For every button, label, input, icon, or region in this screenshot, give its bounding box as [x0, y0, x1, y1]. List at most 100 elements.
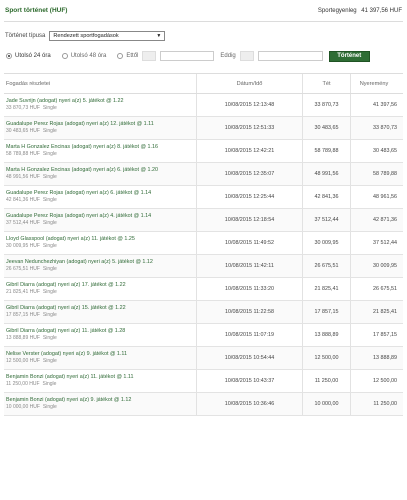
bet-details: Benjamin Bonzi (adogat) nyeri a(z) 11. j…	[4, 370, 196, 392]
bet-amount: 11 250,00 HUF	[6, 381, 40, 387]
table-row[interactable]: Nelise Verster (adogat) nyeri a(z) 9. já…	[4, 347, 403, 370]
bet-stake: 30 009,95	[302, 232, 350, 254]
bet-stake: 33 870,73	[302, 94, 350, 116]
date-range-filter: Utolsó 24 óra Utolsó 48 óra Ettől Eddig …	[4, 50, 403, 62]
bet-winnings: 48 961,56	[350, 186, 399, 208]
table-header: Fogadás részletei Dátum/Idő Tét Nyeremén…	[4, 74, 403, 94]
bet-type: Single	[42, 358, 57, 364]
radio-24h[interactable]	[6, 53, 12, 59]
bet-stake: 37 512,44	[302, 209, 350, 231]
radio-48h[interactable]	[61, 53, 68, 59]
bet-details: Guadalupe Perez Rojas (adogat) nyeri a(z…	[4, 186, 196, 208]
bet-description[interactable]: Gibril Diarra (adogat) nyeri a(z) 17. já…	[6, 282, 196, 289]
bet-details: Benjamin Bonzi (adogat) nyeri a(z) 9. já…	[4, 393, 196, 415]
table-row[interactable]: Gibril Diarra (adogat) nyeri a(z) 11. já…	[4, 324, 403, 347]
bet-stake: 21 825,41	[302, 278, 350, 300]
table-row[interactable]: Guadalupe Perez Rojas (adogat) nyeri a(z…	[4, 186, 403, 209]
bet-winnings: 13 888,89	[350, 347, 399, 369]
bet-amount: 17 857,15 HUF	[6, 312, 40, 318]
bet-stake: 42 841,36	[302, 186, 350, 208]
table-row[interactable]: Marta H Gonzalez Encinas (adogat) nyeri …	[4, 140, 403, 163]
bet-details: Guadalupe Perez Rojas (adogat) nyeri a(z…	[4, 117, 196, 139]
range-option-from[interactable]: Ettől	[117, 53, 138, 59]
history-type-value: Rendezett sportfogadások	[53, 33, 119, 39]
bet-description[interactable]: Gibril Diarra (adogat) nyeri a(z) 15. já…	[6, 305, 196, 312]
table-row[interactable]: Gibril Diarra (adogat) nyeri a(z) 17. já…	[4, 278, 403, 301]
bet-details: Gibril Diarra (adogat) nyeri a(z) 11. já…	[4, 324, 196, 346]
bet-datetime: 10/08/2015 12:25:44	[196, 186, 302, 208]
bet-type: Single	[42, 312, 57, 318]
history-submit-button[interactable]: Történet	[328, 50, 370, 62]
bet-type: Single	[42, 381, 57, 387]
history-type-select[interactable]: Rendezett sportfogadások ▼	[49, 31, 166, 41]
bet-description[interactable]: Benjamin Bonzi (adogat) nyeri a(z) 9. já…	[6, 397, 196, 404]
bet-description[interactable]: Guadalupe Perez Rojas (adogat) nyeri a(z…	[6, 121, 196, 128]
bet-description[interactable]: Guadalupe Perez Rojas (adogat) nyeri a(z…	[6, 213, 196, 220]
table-row[interactable]: Gibril Diarra (adogat) nyeri a(z) 15. já…	[4, 301, 403, 324]
bet-summary: 42 841,36 HUF Single	[6, 197, 196, 204]
bet-winnings: 37 512,44	[350, 232, 399, 254]
bet-winnings: 26 675,51	[350, 278, 399, 300]
bet-type: Single	[42, 128, 57, 134]
table-row[interactable]: Benjamin Bonzi (adogat) nyeri a(z) 11. j…	[4, 370, 403, 393]
bet-datetime: 10/08/2015 12:51:33	[196, 117, 302, 139]
bet-description[interactable]: Benjamin Bonzi (adogat) nyeri a(z) 11. j…	[6, 374, 196, 381]
to-date-input[interactable]	[257, 51, 323, 61]
from-date-input[interactable]	[160, 51, 215, 61]
bet-winnings: 21 825,41	[350, 301, 399, 323]
table-row[interactable]: Guadalupe Perez Rojas (adogat) nyeri a(z…	[4, 117, 403, 140]
bet-type: Single	[42, 289, 57, 295]
bet-description[interactable]: Nelise Verster (adogat) nyeri a(z) 9. já…	[6, 351, 196, 358]
table-row[interactable]: Guadalupe Perez Rojas (adogat) nyeri a(z…	[4, 209, 403, 232]
bet-summary: 30 009,95 HUF Single	[6, 243, 196, 250]
bet-summary: 37 512,44 HUF Single	[6, 220, 196, 227]
range-option-24h-label: Utolsó 24 óra	[15, 53, 51, 59]
bet-winnings: 17 857,15	[350, 324, 399, 346]
bet-description[interactable]: Lloyd Glasspool (adogat) nyeri a(z) 11. …	[6, 236, 196, 243]
sport-history-page: Sport történet (HUF) Sportegyenleg 41 39…	[0, 0, 407, 500]
bet-datetime: 10/08/2015 11:49:52	[196, 232, 302, 254]
bet-summary: 12 500,00 HUF Single	[6, 358, 196, 365]
radio-from[interactable]	[117, 53, 124, 59]
bet-description[interactable]: Jeevan Nedunchezhiyan (adogat) nyeri a(z…	[6, 259, 196, 266]
calendar-icon[interactable]	[142, 51, 157, 61]
bet-summary: 10 000,00 HUF Single	[6, 404, 196, 411]
bet-type: Single	[42, 404, 57, 410]
bet-details: Marta H Gonzalez Encinas (adogat) nyeri …	[4, 163, 196, 185]
table-row[interactable]: Benjamin Bonzi (adogat) nyeri a(z) 9. já…	[4, 393, 403, 416]
bet-stake: 10 000,00	[302, 393, 350, 415]
from-label: Ettől	[126, 53, 139, 59]
bet-description[interactable]: Marta H Gonzalez Encinas (adogat) nyeri …	[6, 167, 196, 174]
bet-amount: 30 009,95 HUF	[6, 243, 40, 249]
table-row[interactable]: Jeevan Nedunchezhiyan (adogat) nyeri a(z…	[4, 255, 403, 278]
balance-display: Sportegyenleg 41 397,56 HUF	[318, 8, 402, 14]
bet-stake: 30 483,65	[302, 117, 350, 139]
table-row[interactable]: Lloyd Glasspool (adogat) nyeri a(z) 11. …	[4, 232, 403, 255]
calendar-icon[interactable]	[239, 51, 254, 61]
table-row[interactable]: Jade Suvrijn (adogat) nyeri a(z) 5. játé…	[4, 94, 403, 117]
table-body: Jade Suvrijn (adogat) nyeri a(z) 5. játé…	[4, 94, 403, 416]
bet-description[interactable]: Gibril Diarra (adogat) nyeri a(z) 11. já…	[6, 328, 196, 335]
bet-summary: 33 870,73 HUF Single	[6, 105, 196, 112]
bet-description[interactable]: Marta H Gonzalez Encinas (adogat) nyeri …	[6, 144, 196, 151]
bet-winnings: 12 500,00	[350, 370, 399, 392]
bet-history-table: Fogadás részletei Dátum/Idő Tét Nyeremén…	[4, 73, 403, 416]
bet-type: Single	[42, 174, 57, 180]
bet-stake: 13 888,89	[302, 324, 350, 346]
bet-datetime: 10/08/2015 11:22:58	[196, 301, 302, 323]
bet-summary: 26 675,51 HUF Single	[6, 266, 196, 273]
bet-description[interactable]: Guadalupe Perez Rojas (adogat) nyeri a(z…	[6, 190, 196, 197]
bet-winnings: 42 871,36	[350, 209, 399, 231]
bet-amount: 13 888,89 HUF	[6, 335, 40, 341]
bet-type: Single	[42, 105, 57, 111]
bet-amount: 26 675,51 HUF	[6, 266, 40, 272]
range-option-24h[interactable]: Utolsó 24 óra	[6, 53, 51, 59]
bet-summary: 48 991,56 HUF Single	[6, 174, 196, 181]
table-row[interactable]: Marta H Gonzalez Encinas (adogat) nyeri …	[4, 163, 403, 186]
bet-stake: 11 250,00	[302, 370, 350, 392]
to-label: Eddig	[220, 53, 236, 59]
range-option-48h[interactable]: Utolsó 48 óra	[61, 53, 106, 59]
bet-summary: 11 250,00 HUF Single	[6, 381, 196, 388]
bet-summary: 13 888,89 HUF Single	[6, 335, 196, 342]
bet-description[interactable]: Jade Suvrijn (adogat) nyeri a(z) 5. játé…	[6, 98, 196, 105]
